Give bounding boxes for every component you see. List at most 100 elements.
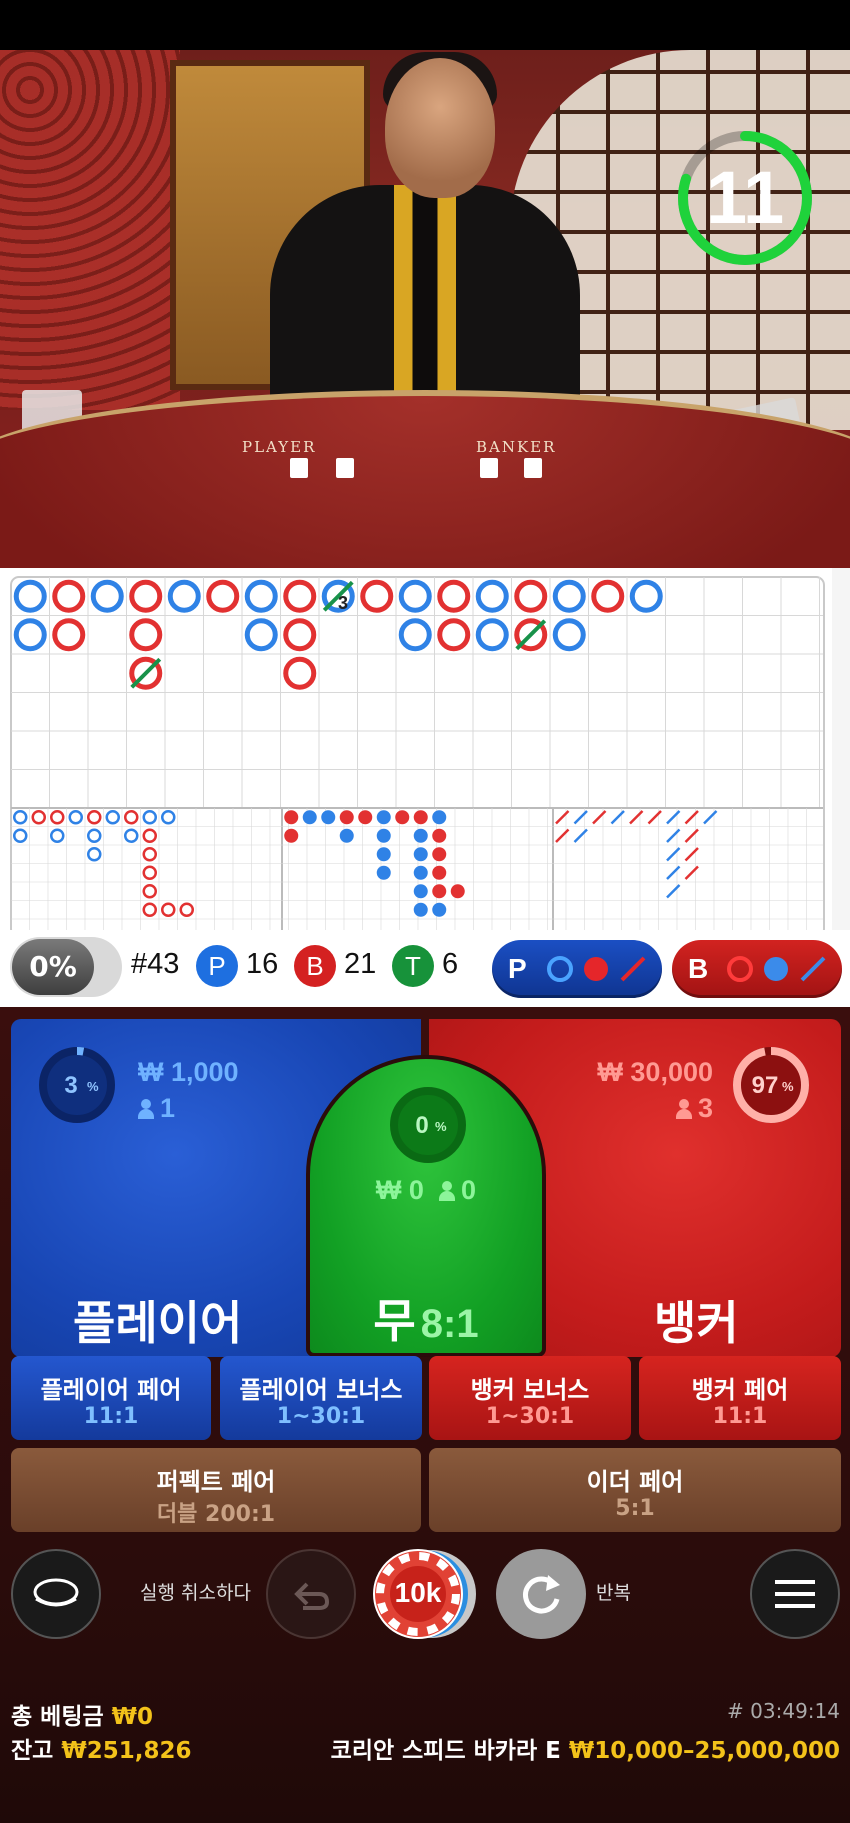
tie-percent-ring: 0 % [390,1087,466,1163]
either-pair-bet[interactable]: 이더 페어 5:1 [429,1448,841,1532]
felt-banker-label: BANKER [476,438,557,456]
chip-value: 10k [394,1577,442,1608]
balance-value: ₩251,826 [61,1738,192,1764]
tie-bettor-count: 0 [439,1175,476,1205]
perfect-pair-label: 퍼펙트 페어 [156,1468,276,1496]
tie-odds: 8:1 [420,1302,479,1346]
repeat-label: 반복 [596,1582,631,1604]
undo-label: 실행 취소하다 [140,1582,251,1604]
person-icon [675,1099,692,1119]
perfect-pair-bet[interactable]: 퍼펙트 페어 더블 200:1 [11,1448,421,1532]
svg-text:%: % [435,1119,447,1134]
game-id: # 03:49:14 [727,1699,840,1723]
player-pair-label: 플레이어 페어 [40,1376,182,1404]
small-road-mark [413,884,428,899]
total-bet-label: 총 베팅금 [11,1704,104,1730]
small-road-mark [376,810,391,825]
player-bettor-count: 1 [138,1093,175,1124]
betting-panel: 3 % ₩ 1,000 1 플레이어 97 % ₩ 30,000 3 뱅커 0 … [0,1007,850,1823]
small-road-mark [321,810,336,825]
banker-percent-ring: 97 % [733,1047,809,1123]
small-road-mark [432,810,447,825]
round-number: #43 [131,948,180,980]
countdown-timer: 11 [675,128,815,268]
total-bet-value: ₩0 [111,1704,154,1730]
live-video-stream: PLAYER BANKER 11 [0,50,850,568]
banker-predict-button[interactable]: B [672,940,842,998]
banker-card [480,458,498,478]
repeat-arrow-icon [523,1575,560,1614]
small-road-mark [284,810,299,825]
chip-selector[interactable]: 10k [366,1544,486,1644]
player-bet-amount: ₩ 1,000 [138,1057,239,1087]
stats-bar: 0% #43 P 16 B 21 T 6 P B [0,930,850,1007]
player-predict-icons [547,956,646,982]
repeat-button[interactable] [496,1549,586,1639]
small-road-mark [339,810,354,825]
banker-card [524,458,542,478]
timer-seconds: 11 [705,156,785,239]
small-road-mark [395,810,410,825]
dealer-head [385,58,495,198]
player-percent-ring: 3 % [39,1047,115,1123]
player-card [290,458,308,478]
player-bonus-bet[interactable]: 플레이어 보너스 1~30:1 [220,1356,422,1440]
tie-bet-amount: ₩ 0 [375,1175,424,1205]
svg-text:3: 3 [64,1072,77,1099]
tie-count: 6 [442,948,459,980]
small-road-mark [302,810,317,825]
person-icon [439,1181,456,1201]
person-icon [138,1099,154,1119]
player-bonus-label: 플레이어 보너스 [239,1376,403,1404]
banker-pair-odds: 11:1 [712,1404,768,1429]
banker-bet-label: 뱅커 [654,1296,739,1350]
player-pair-odds: 11:1 [83,1404,139,1429]
banker-predict-icons [727,956,826,982]
banker-bet-amount: ₩ 30,000 [597,1057,713,1087]
table-info[interactable]: 코리안 스피드 바카라 E ₩10,000–25,000,000 [331,1731,840,1765]
small-road-mark [432,847,447,862]
player-predict-button[interactable]: P [492,940,662,998]
big-road-marker: 3 [338,593,348,613]
player-predict-label: P [508,953,527,984]
menu-button[interactable] [750,1549,840,1639]
small-road-mark [413,828,428,843]
player-card [336,458,354,478]
felt-player-label: PLAYER [242,438,317,456]
player-count: 16 [246,948,279,980]
svg-text:0: 0 [415,1112,428,1139]
banker-bonus-bet[interactable]: 뱅커 보너스 1~30:1 [429,1356,631,1440]
banker-pair-label: 뱅커 페어 [691,1376,789,1404]
small-road-mark [432,828,447,843]
tie-bet-label: 무 [373,1294,416,1348]
undo-arrow-icon [294,1582,330,1610]
small-road-mark [284,828,299,843]
banker-predict-label: B [688,953,709,984]
banker-bettor-count: 3 [675,1093,713,1124]
small-road-mark [413,847,428,862]
banker-pair-bet[interactable]: 뱅커 페어 11:1 [639,1356,841,1440]
total-bet: 총 베팅금 ₩0 [11,1697,153,1731]
table-felt [0,390,850,568]
chat-button[interactable] [11,1549,101,1639]
hamburger-menu-icon [775,1580,815,1608]
small-road-mark [376,828,391,843]
decor-wall [0,50,180,410]
player-bet-label: 플레이어 [73,1296,243,1350]
small-road-mark [413,810,428,825]
tie-bet-area[interactable]: 0 % ₩ 0 0 무 8:1 [306,1055,546,1357]
small-road-mark [376,865,391,880]
svg-text:97: 97 [752,1072,779,1099]
player-pair-bet[interactable]: 플레이어 페어 11:1 [11,1356,211,1440]
banker-bonus-odds: 1~30:1 [485,1404,575,1429]
percent-toggle[interactable]: 0% [10,937,122,997]
small-road-mark [450,884,465,899]
percent-toggle-knob: 0% [12,939,94,995]
undo-button[interactable] [266,1549,356,1639]
small-road-mark [358,810,373,825]
small-road-mark [432,884,447,899]
either-pair-label: 이더 페어 [586,1468,684,1496]
small-road-mark [413,865,428,880]
banker-count-badge: B [294,945,336,987]
either-pair-odds: 5:1 [615,1496,655,1521]
